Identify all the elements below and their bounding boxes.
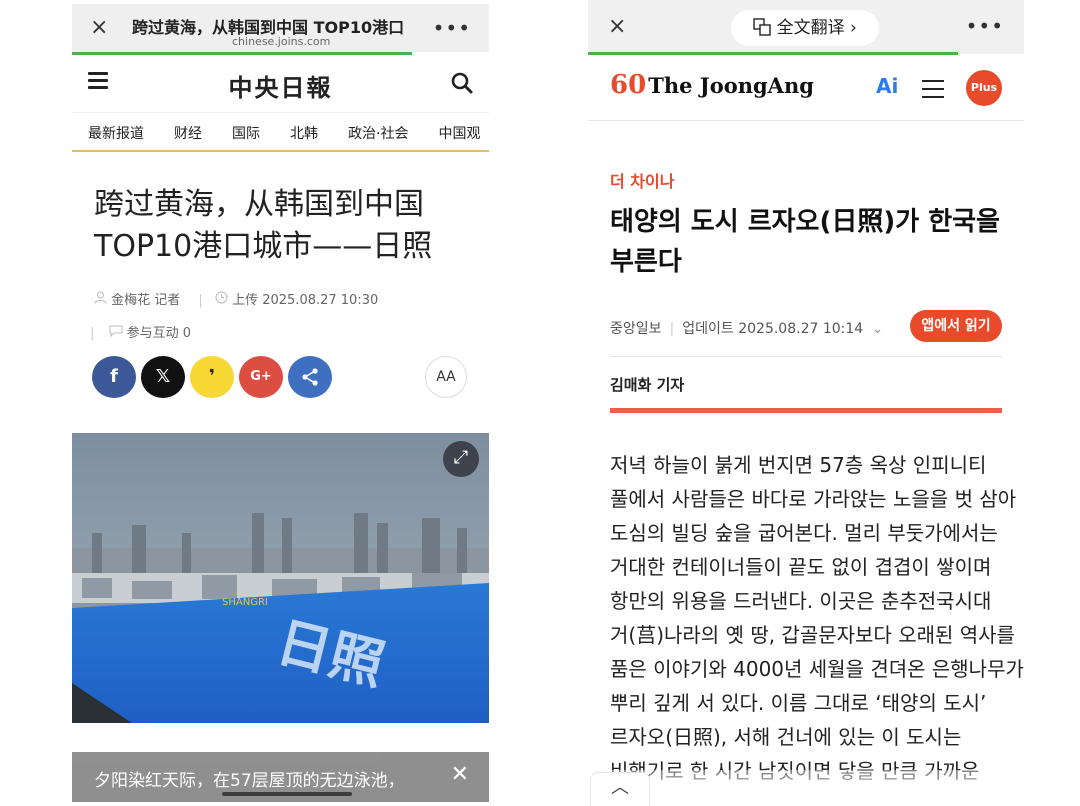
- nav-item-china-view[interactable]: 中国观: [422, 113, 480, 143]
- section-label[interactable]: 더 차이나: [610, 168, 674, 192]
- anniversary-mark: 60: [610, 70, 647, 100]
- close-caption-icon[interactable]: ✕: [451, 762, 469, 787]
- author-name: 金梅花 记者: [111, 293, 181, 308]
- hamburger-menu-icon[interactable]: [922, 80, 944, 104]
- ai-icon[interactable]: Ai: [876, 74, 898, 98]
- site-logo[interactable]: 60The JoongAng: [610, 70, 814, 106]
- translate-icon: [753, 18, 776, 38]
- font-size-button[interactable]: AA: [425, 356, 467, 398]
- left-phone-screen: × 跨过黄海，从韩国到中国 TOP10港口 chinese.joins.com …: [72, 4, 489, 802]
- byline-accent-rule: [610, 408, 1002, 413]
- body-line: 저녁 하늘이 붉게 번지면 57층 옥상 인피니티: [610, 453, 987, 477]
- share-icon[interactable]: [288, 356, 332, 398]
- nav-item-finance[interactable]: 财经: [158, 113, 202, 143]
- body-line: 거대한 컨테이너들이 끝도 없이 겹겹이 쌓이며: [610, 555, 992, 579]
- bottom-fade: [588, 770, 1024, 806]
- kakao-share-button[interactable]: ❜: [190, 356, 234, 398]
- nav-item-latest[interactable]: 最新报道: [72, 113, 144, 143]
- right-phone-screen: × 全文翻译 › ••• 60The JoongAng Ai Plus 더 차이…: [588, 0, 1024, 806]
- plus-subscription-button[interactable]: Plus: [966, 70, 1002, 106]
- body-line: 풀에서 사람들은 바다로 가라앉는 노을을 벗 삼아: [610, 487, 1017, 511]
- more-options-icon[interactable]: •••: [433, 16, 471, 40]
- site-logo[interactable]: 中央日報: [72, 68, 489, 103]
- search-icon[interactable]: [451, 72, 473, 98]
- update-time: 업데이트 2025.08.27 10:14: [682, 321, 864, 337]
- body-line: 르자오(日照), 서해 건너에 있는 이 도시는: [610, 725, 962, 749]
- svg-text:SHANGRI: SHANGRI: [222, 597, 268, 608]
- translate-button[interactable]: 全文翻译 ›: [731, 10, 879, 46]
- clock-icon: [215, 291, 232, 308]
- chevron-up-icon[interactable]: ︿: [590, 772, 650, 806]
- chevron-down-icon[interactable]: ⌄: [872, 321, 884, 337]
- header-divider: [588, 120, 1024, 121]
- body-line: 도심의 빌딩 숲을 굽어본다. 멀리 부둣가에서는: [610, 521, 998, 545]
- google-plus-share-button[interactable]: G+: [239, 356, 283, 398]
- expand-icon[interactable]: ⤢: [443, 441, 479, 477]
- page-load-progress: [72, 52, 412, 55]
- article-meta: 金梅花 记者 | 上传 2025.08.27 10:30: [94, 289, 378, 308]
- nav-item-north-korea[interactable]: 北韩: [274, 113, 318, 143]
- category-nav: 最新报道 财经 国际 北韩 政治·社会 中国观: [72, 112, 489, 152]
- comment-meta: | 参与互动 0: [90, 325, 192, 341]
- nav-item-politics-society[interactable]: 政治·社会: [332, 113, 408, 143]
- more-options-icon[interactable]: •••: [966, 14, 1004, 38]
- body-line: 거(莒)나라의 옛 땅, 갑골문자보다 오래된 역사를: [610, 623, 1015, 647]
- comment-count[interactable]: 参与互动 0: [127, 326, 191, 341]
- nav-item-international[interactable]: 国际: [216, 113, 260, 143]
- article-body: 저녁 하늘이 붉게 번지면 57층 옥상 인피니티 풀에서 사람들은 바다로 가…: [610, 448, 1024, 788]
- facebook-share-button[interactable]: f: [92, 356, 136, 398]
- browser-top-bar: × 全文翻译 › •••: [588, 0, 1024, 54]
- source-name: 중앙일보: [610, 321, 662, 337]
- article-headline: 跨过黄海，从韩国到中国TOP10港口城市——日照: [94, 187, 433, 264]
- user-icon: [94, 291, 111, 308]
- body-line: 품은 이야기와 4000년 세월을 견뎌온 은행나무가: [610, 657, 1024, 681]
- page-domain: chinese.joins.com: [232, 35, 331, 48]
- browser-top-bar: × 跨过黄海，从韩国到中国 TOP10港口 chinese.joins.com …: [72, 4, 489, 52]
- caption-text: 夕阳染红天际，在57层屋顶的无边泳池，: [94, 771, 405, 791]
- comment-icon: [109, 325, 127, 341]
- read-in-app-button[interactable]: 앱에서 읽기: [910, 310, 1002, 342]
- close-icon[interactable]: ×: [608, 14, 626, 39]
- meta-divider: [610, 356, 1002, 357]
- x-share-button[interactable]: 𝕏: [141, 356, 185, 398]
- upload-time: 上传 2025.08.27 10:30: [232, 293, 379, 308]
- body-line: 항만의 위용을 드러낸다. 이곳은 춘추전국시대: [610, 589, 992, 613]
- reporter-name[interactable]: 김매화 기자: [610, 374, 684, 395]
- translate-label: 全文翻译 ›: [776, 18, 857, 38]
- article-photo[interactable]: 日照 SHANGRI ⤢: [72, 433, 489, 723]
- home-indicator: [222, 792, 352, 796]
- article-meta: 중앙일보 | 업데이트 2025.08.27 10:14 ⌄: [610, 321, 884, 337]
- close-icon[interactable]: ×: [90, 16, 114, 40]
- brand-name: The JoongAng: [648, 73, 814, 98]
- photo-caption-overlay: 夕阳染红天际，在57层屋顶的无边泳池， ✕: [72, 752, 489, 802]
- page-load-progress: [588, 52, 958, 55]
- site-header: 中央日報: [72, 56, 489, 110]
- body-line: 뿌리 깊게 서 있다. 이름 그대로 ‘태양의 도시’: [610, 691, 987, 715]
- article-headline: 태양의 도시 르자오(日照)가 한국을 부른다: [610, 207, 1000, 277]
